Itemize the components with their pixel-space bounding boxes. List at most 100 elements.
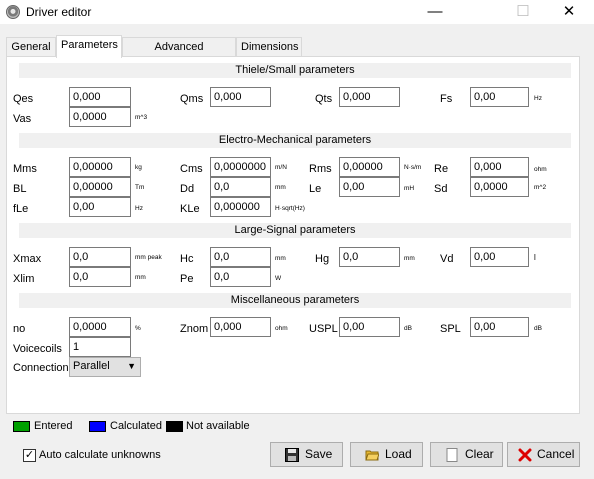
entered-legend-label: Entered: [34, 420, 73, 432]
uspl-label: USPL: [309, 323, 338, 335]
section-electro-mechanical: Electro-Mechanical parameters: [19, 133, 571, 148]
bl-field[interactable]: 0,00000: [69, 177, 131, 197]
load-button[interactable]: Load: [350, 442, 423, 467]
cancel-button[interactable]: Cancel: [507, 442, 580, 467]
connection-select[interactable]: Parallel ▼: [69, 357, 141, 377]
bl-label: BL: [13, 183, 27, 195]
rms-field[interactable]: 0,00000: [339, 157, 400, 177]
no-label: no: [13, 323, 26, 335]
tab-bar: General Parameters Advanced parameters D…: [0, 24, 594, 71]
fle-label: fLe: [13, 203, 29, 215]
connection-value: Parallel: [73, 360, 110, 372]
hc-label: Hc: [180, 253, 194, 265]
qes-label: Qes: [13, 93, 34, 105]
no-unit: %: [135, 325, 141, 332]
mms-field[interactable]: 0,00000: [69, 157, 131, 177]
xmax-unit: mm peak: [135, 254, 162, 261]
cms-unit: m/N: [275, 164, 287, 171]
sd-label: Sd: [434, 183, 448, 195]
tab-parameters[interactable]: Parameters: [56, 35, 122, 58]
connection-label: Connection: [13, 362, 69, 374]
vd-field[interactable]: 0,00: [470, 247, 529, 267]
no-field[interactable]: 0,0000: [69, 317, 131, 337]
qes-field[interactable]: 0,000: [69, 87, 131, 107]
section-miscellaneous: Miscellaneous parameters: [19, 293, 571, 308]
minimize-button[interactable]: —: [412, 0, 458, 24]
spl-label: SPL: [440, 323, 461, 335]
fle-unit: Hz: [135, 205, 143, 212]
spl-field[interactable]: 0,00: [470, 317, 529, 337]
xmax-field[interactable]: 0,0: [69, 247, 131, 267]
entered-color-swatch: [13, 421, 30, 432]
vas-field[interactable]: 0,0000: [69, 107, 131, 127]
uspl-field[interactable]: 0,00: [339, 317, 400, 337]
qms-field[interactable]: 0,000: [210, 87, 271, 107]
qts-label: Qts: [315, 93, 333, 105]
fle-field[interactable]: 0,00: [69, 197, 131, 217]
save-button-label: Save: [305, 447, 333, 461]
sd-field[interactable]: 0,0000: [470, 177, 529, 197]
not-available-color-swatch: [166, 421, 183, 432]
calculated-color-swatch: [89, 421, 106, 432]
qms-label: Qms: [180, 93, 204, 105]
kle-field[interactable]: 0,000000: [210, 197, 271, 217]
auto-calculate-checkbox[interactable]: ✓: [23, 449, 36, 462]
chevron-down-icon: ▼: [127, 361, 136, 371]
voicecoils-field[interactable]: 1: [69, 337, 131, 357]
save-button[interactable]: Save: [270, 442, 343, 467]
le-label: Le: [309, 183, 322, 195]
tab-general[interactable]: General: [6, 37, 56, 57]
clear-button[interactable]: Clear: [430, 442, 503, 467]
auto-calculate-label: Auto calculate unknowns: [39, 449, 161, 461]
close-button[interactable]: ✕: [546, 0, 592, 24]
re-unit: ohm: [534, 166, 547, 173]
dd-label: Dd: [180, 183, 195, 195]
fs-unit: Hz: [534, 95, 542, 102]
xmax-label: Xmax: [13, 253, 42, 265]
kle-label: KLe: [180, 203, 200, 215]
floppy-disk-icon: [285, 448, 299, 462]
dd-unit: mm: [275, 184, 286, 191]
rms-label: Rms: [309, 163, 332, 175]
xlim-field[interactable]: 0,0: [69, 267, 131, 287]
blank-page-icon: [446, 448, 458, 462]
re-field[interactable]: 0,000: [470, 157, 529, 177]
bl-unit: Tm: [135, 184, 145, 191]
calculated-legend-label: Calculated: [110, 420, 162, 432]
vd-unit: l: [534, 253, 536, 262]
tab-dimensions[interactable]: Dimensions: [236, 37, 302, 57]
sd-unit: m^2: [534, 184, 547, 191]
xlim-unit: mm: [135, 274, 146, 281]
fs-field[interactable]: 0,00: [470, 87, 529, 107]
znom-unit: ohm: [275, 325, 288, 332]
speaker-app-icon: [6, 5, 20, 19]
section-large-signal: Large-Signal parameters: [19, 223, 571, 238]
le-unit: mH: [404, 185, 415, 192]
pe-unit: W: [275, 275, 282, 282]
dd-field[interactable]: 0,0: [210, 177, 271, 197]
uspl-unit: dB: [404, 325, 412, 332]
pe-field[interactable]: 0,0: [210, 267, 271, 287]
le-field[interactable]: 0,00: [339, 177, 400, 197]
tab-advanced-parameters[interactable]: Advanced parameters: [122, 37, 236, 71]
hc-unit: mm: [275, 255, 286, 262]
window-title: Driver editor: [26, 5, 92, 19]
rms-unit: N·s/m: [404, 164, 422, 171]
znom-field[interactable]: 0,000: [210, 317, 271, 337]
kle-unit: H·sqrt(Hz): [275, 205, 305, 212]
voicecoils-label: Voicecoils: [13, 343, 62, 355]
qts-field[interactable]: 0,000: [339, 87, 400, 107]
vd-label: Vd: [440, 253, 454, 265]
pe-label: Pe: [180, 273, 194, 285]
hc-field[interactable]: 0,0: [210, 247, 271, 267]
clear-button-label: Clear: [465, 447, 494, 461]
hg-label: Hg: [315, 253, 330, 265]
maximize-button: ☐: [516, 3, 530, 20]
open-folder-icon: [365, 450, 379, 461]
hg-field[interactable]: 0,0: [339, 247, 400, 267]
vas-label: Vas: [13, 113, 32, 125]
re-label: Re: [434, 163, 449, 175]
cms-field[interactable]: 0,0000000: [210, 157, 271, 177]
hg-unit: mm: [404, 255, 415, 262]
title-bar: Driver editor — ☐ ✕: [0, 0, 594, 24]
